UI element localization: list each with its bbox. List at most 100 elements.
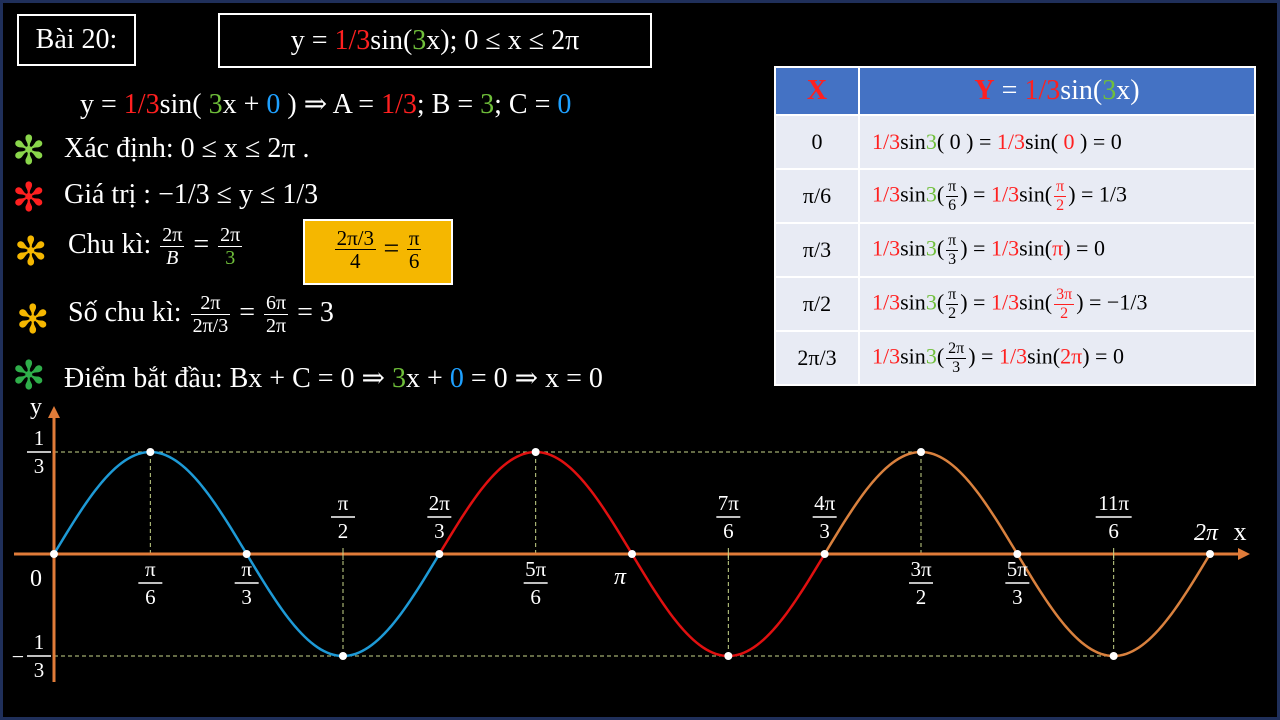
count-result: = 3 (297, 296, 334, 328)
table-cell-y: 1/3sin3( 0 ) = 1/3sin( 0 ) = 0 (858, 114, 1256, 170)
x-axis-label: x (1234, 517, 1247, 546)
x-tick-label-den: 6 (530, 585, 541, 609)
table-header-row: X Y = 1/3sin(3x) (774, 66, 1256, 116)
count-fraction-2: 6π 2π (264, 292, 289, 337)
x-tick-label-num: 2π (429, 491, 451, 515)
form-a2: 1/3 (381, 89, 417, 120)
key-point (50, 550, 58, 558)
table-cell-x: π/6 (774, 168, 860, 224)
form-p2: sin( (159, 89, 209, 120)
period-fraction-2: 2π 3 (218, 224, 243, 269)
period-line: Chu kì: 2π B = 2π 3 (68, 224, 244, 269)
table-row: π/2 1/3sin3(π 2) = 1/3sin(3π 2) = −1/3 (774, 276, 1256, 332)
form-c: 0 (266, 89, 281, 120)
table-row: 0 1/3sin3( 0 ) = 1/3sin( 0 ) = 0 (774, 114, 1256, 170)
form-p3: x + (222, 89, 267, 120)
x-tick-label: π (614, 564, 627, 590)
y-tick-label-num: 1 (34, 426, 45, 450)
x-tick-label-den: 6 (145, 585, 156, 609)
key-point (146, 448, 155, 456)
range-line: Giá trị : −1/3 ≤ y ≤ 1/3 (64, 179, 319, 210)
x-tick-label-den: 2 (916, 585, 927, 609)
y-tick-label-den: 3 (34, 658, 45, 682)
key-point (917, 448, 925, 456)
table-row: π/6 1/3sin3(π 6) = 1/3sin(π 2) = 1/3 (774, 168, 1256, 224)
form-p4: ) ⇒ A = (280, 89, 382, 120)
bullet-star-icon: ✻ (12, 128, 46, 174)
table-cell-x: π/3 (774, 222, 860, 278)
y-tick-sign: − (12, 644, 24, 669)
table-header-y: Y = 1/3sin(3x) (858, 66, 1256, 116)
table-row: 2π/3 1/3sin3(2π 3) = 1/3sin(2π) = 0 (774, 330, 1256, 386)
form-c2: 0 (557, 89, 572, 120)
x-tick-label-den: 3 (434, 519, 445, 543)
table-cell-y: 1/3sin3(π 3) = 1/3sin(π) = 0 (858, 222, 1256, 278)
hl-eq: = (383, 233, 400, 265)
x-tick-label-den: 3 (1012, 585, 1023, 609)
key-point (1109, 652, 1118, 660)
count-eq: = (239, 296, 256, 328)
y-axis-arrow (48, 406, 60, 418)
general-form-line: y = 1/3sin( 3x + 0 ) ⇒ A = 1/3; B = 3; C… (80, 87, 571, 121)
form-b: 3 (208, 89, 223, 120)
x-tick-label-num: 11π (1098, 491, 1129, 515)
key-point (1206, 550, 1214, 558)
bullet-star-icon: ✻ (12, 175, 46, 221)
period-eq: = (193, 228, 210, 260)
function-b: 3 (412, 25, 427, 56)
table-cell-y: 1/3sin3(π 2) = 1/3sin(3π 2) = −1/3 (858, 276, 1256, 332)
hl-fraction-1: 2π/3 4 (334, 226, 377, 273)
form-b2: 3 (480, 89, 495, 120)
x-tick-label-num: π (338, 491, 349, 515)
domain-line: Xác định: 0 ≤ x ≤ 2π . (64, 133, 310, 164)
table-row: π/3 1/3sin3(π 3) = 1/3sin(π) = 0 (774, 222, 1256, 278)
period-label: Chu kì: (68, 228, 152, 260)
key-point (820, 550, 829, 558)
x-tick-label-num: 5π (1007, 557, 1029, 581)
table-header-x: X (774, 66, 860, 116)
x-axis-arrow (1238, 548, 1250, 560)
key-point (339, 652, 347, 660)
bullet-star-icon: ✻ (14, 229, 48, 275)
function-amplitude: 1/3 (334, 25, 371, 56)
count-label: Số chu kì: (68, 296, 182, 328)
table-cell-x: 0 (774, 114, 860, 170)
x-tick-label-den: 3 (819, 519, 830, 543)
function-sin: sin( (370, 25, 413, 56)
form-p1: y = (80, 89, 124, 120)
x-tick-label-num: 5π (525, 557, 547, 581)
x-tick-label-num: π (145, 557, 156, 581)
table-cell-y: 1/3sin3(π 6) = 1/3sin(π 2) = 1/3 (858, 168, 1256, 224)
x-tick-label-den: 2 (338, 519, 349, 543)
function-suffix: x); 0 ≤ x ≤ 2π (426, 25, 580, 56)
x-tick-label-num: 7π (718, 491, 740, 515)
origin-label: 0 (30, 566, 42, 592)
bullet-star-icon: ✻ (16, 297, 50, 343)
hl-fraction-2: π6 (406, 226, 422, 273)
value-table: X Y = 1/3sin(3x) 0 1/3sin3( 0 ) = 1/3sin… (774, 66, 1256, 386)
exercise-label: Bài 20: (17, 14, 136, 66)
count-fraction-1: 2π 2π/3 (190, 292, 231, 337)
key-point (724, 652, 733, 660)
x-tick-label-num: 4π (814, 491, 836, 515)
y-axis-label: y (30, 394, 42, 420)
x-tick-label-den: 6 (1108, 519, 1119, 543)
x-tick-label-num: π (241, 557, 252, 581)
y-tick-label-den: 3 (34, 454, 45, 478)
x-tick-label-num: 3π (910, 557, 932, 581)
x-tick-label-den: 6 (723, 519, 734, 543)
key-point (628, 550, 636, 558)
y-tick-label-num: 1 (34, 630, 45, 654)
function-prefix: y = (290, 25, 335, 56)
form-a: 1/3 (123, 89, 160, 120)
x-tick-label: 2π (1194, 520, 1219, 546)
period-count-line: Số chu kì: 2π 2π/3 = 6π 2π = 3 (68, 292, 334, 337)
form-p6: ; C = (494, 89, 558, 120)
table-cell-x: π/2 (774, 276, 860, 332)
key-point (531, 448, 540, 456)
table-cell-x: 2π/3 (774, 330, 860, 386)
x-tick-label-den: 3 (241, 585, 252, 609)
period-fraction-1: 2π B (160, 224, 185, 269)
quarter-period-highlight: 2π/3 4 = π6 (303, 219, 453, 285)
form-p5: ; B = (416, 89, 481, 120)
